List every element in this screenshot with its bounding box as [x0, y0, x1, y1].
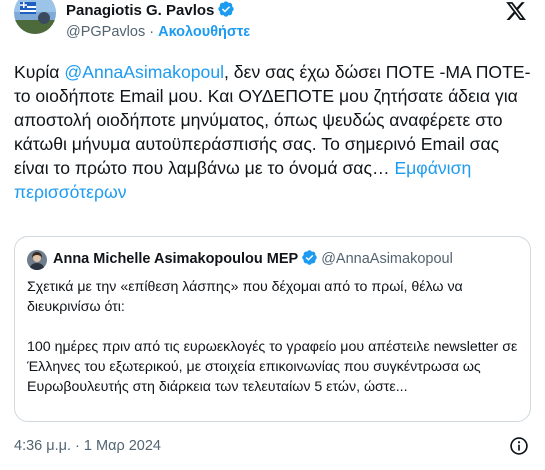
- separator-dot: ·: [145, 24, 159, 40]
- author-handle-row: @PGPavlos · Ακολουθήστε: [66, 22, 250, 42]
- verified-badge-icon: [301, 249, 318, 272]
- quoted-author-row: Anna Michelle Asimakopoulou MEP @AnnaAsi…: [53, 249, 453, 272]
- author-handle[interactable]: @PGPavlos: [66, 24, 145, 40]
- quoted-author-name: Anna Michelle Asimakopoulou MEP: [53, 251, 299, 267]
- quoted-author-avatar: [27, 250, 47, 270]
- follow-button[interactable]: Ακολουθήστε: [158, 24, 250, 40]
- quoted-tweet-text: Σχετικά με την «επίθεση λάσπης» που δέχο…: [27, 279, 518, 395]
- author-avatar[interactable]: [14, 0, 56, 34]
- author-name[interactable]: Panagiotis G. Pavlos: [66, 2, 214, 19]
- tweet-header: Panagiotis G. Pavlos @PGPavlos · Ακολουθ…: [0, 0, 545, 48]
- tweet-text: Κυρία @AnnaAsimakopoul, δεν σας έχω δώσε…: [14, 60, 532, 204]
- quoted-author-handle: @AnnaAsimakopoul: [321, 251, 453, 267]
- quoted-tweet[interactable]: Anna Michelle Asimakopoulou MEP @AnnaAsi…: [14, 236, 531, 422]
- tweet-text-intro: Κυρία: [14, 62, 65, 82]
- tweet-timestamp[interactable]: 4:36 μ.μ. · 1 Μαρ 2024: [14, 436, 161, 456]
- verified-badge-icon: [217, 0, 235, 24]
- x-logo-icon[interactable]: [505, 0, 527, 22]
- mention-link[interactable]: @AnnaAsimakopoul: [64, 62, 224, 82]
- author-name-row[interactable]: Panagiotis G. Pavlos: [66, 0, 235, 24]
- info-icon[interactable]: [509, 436, 529, 456]
